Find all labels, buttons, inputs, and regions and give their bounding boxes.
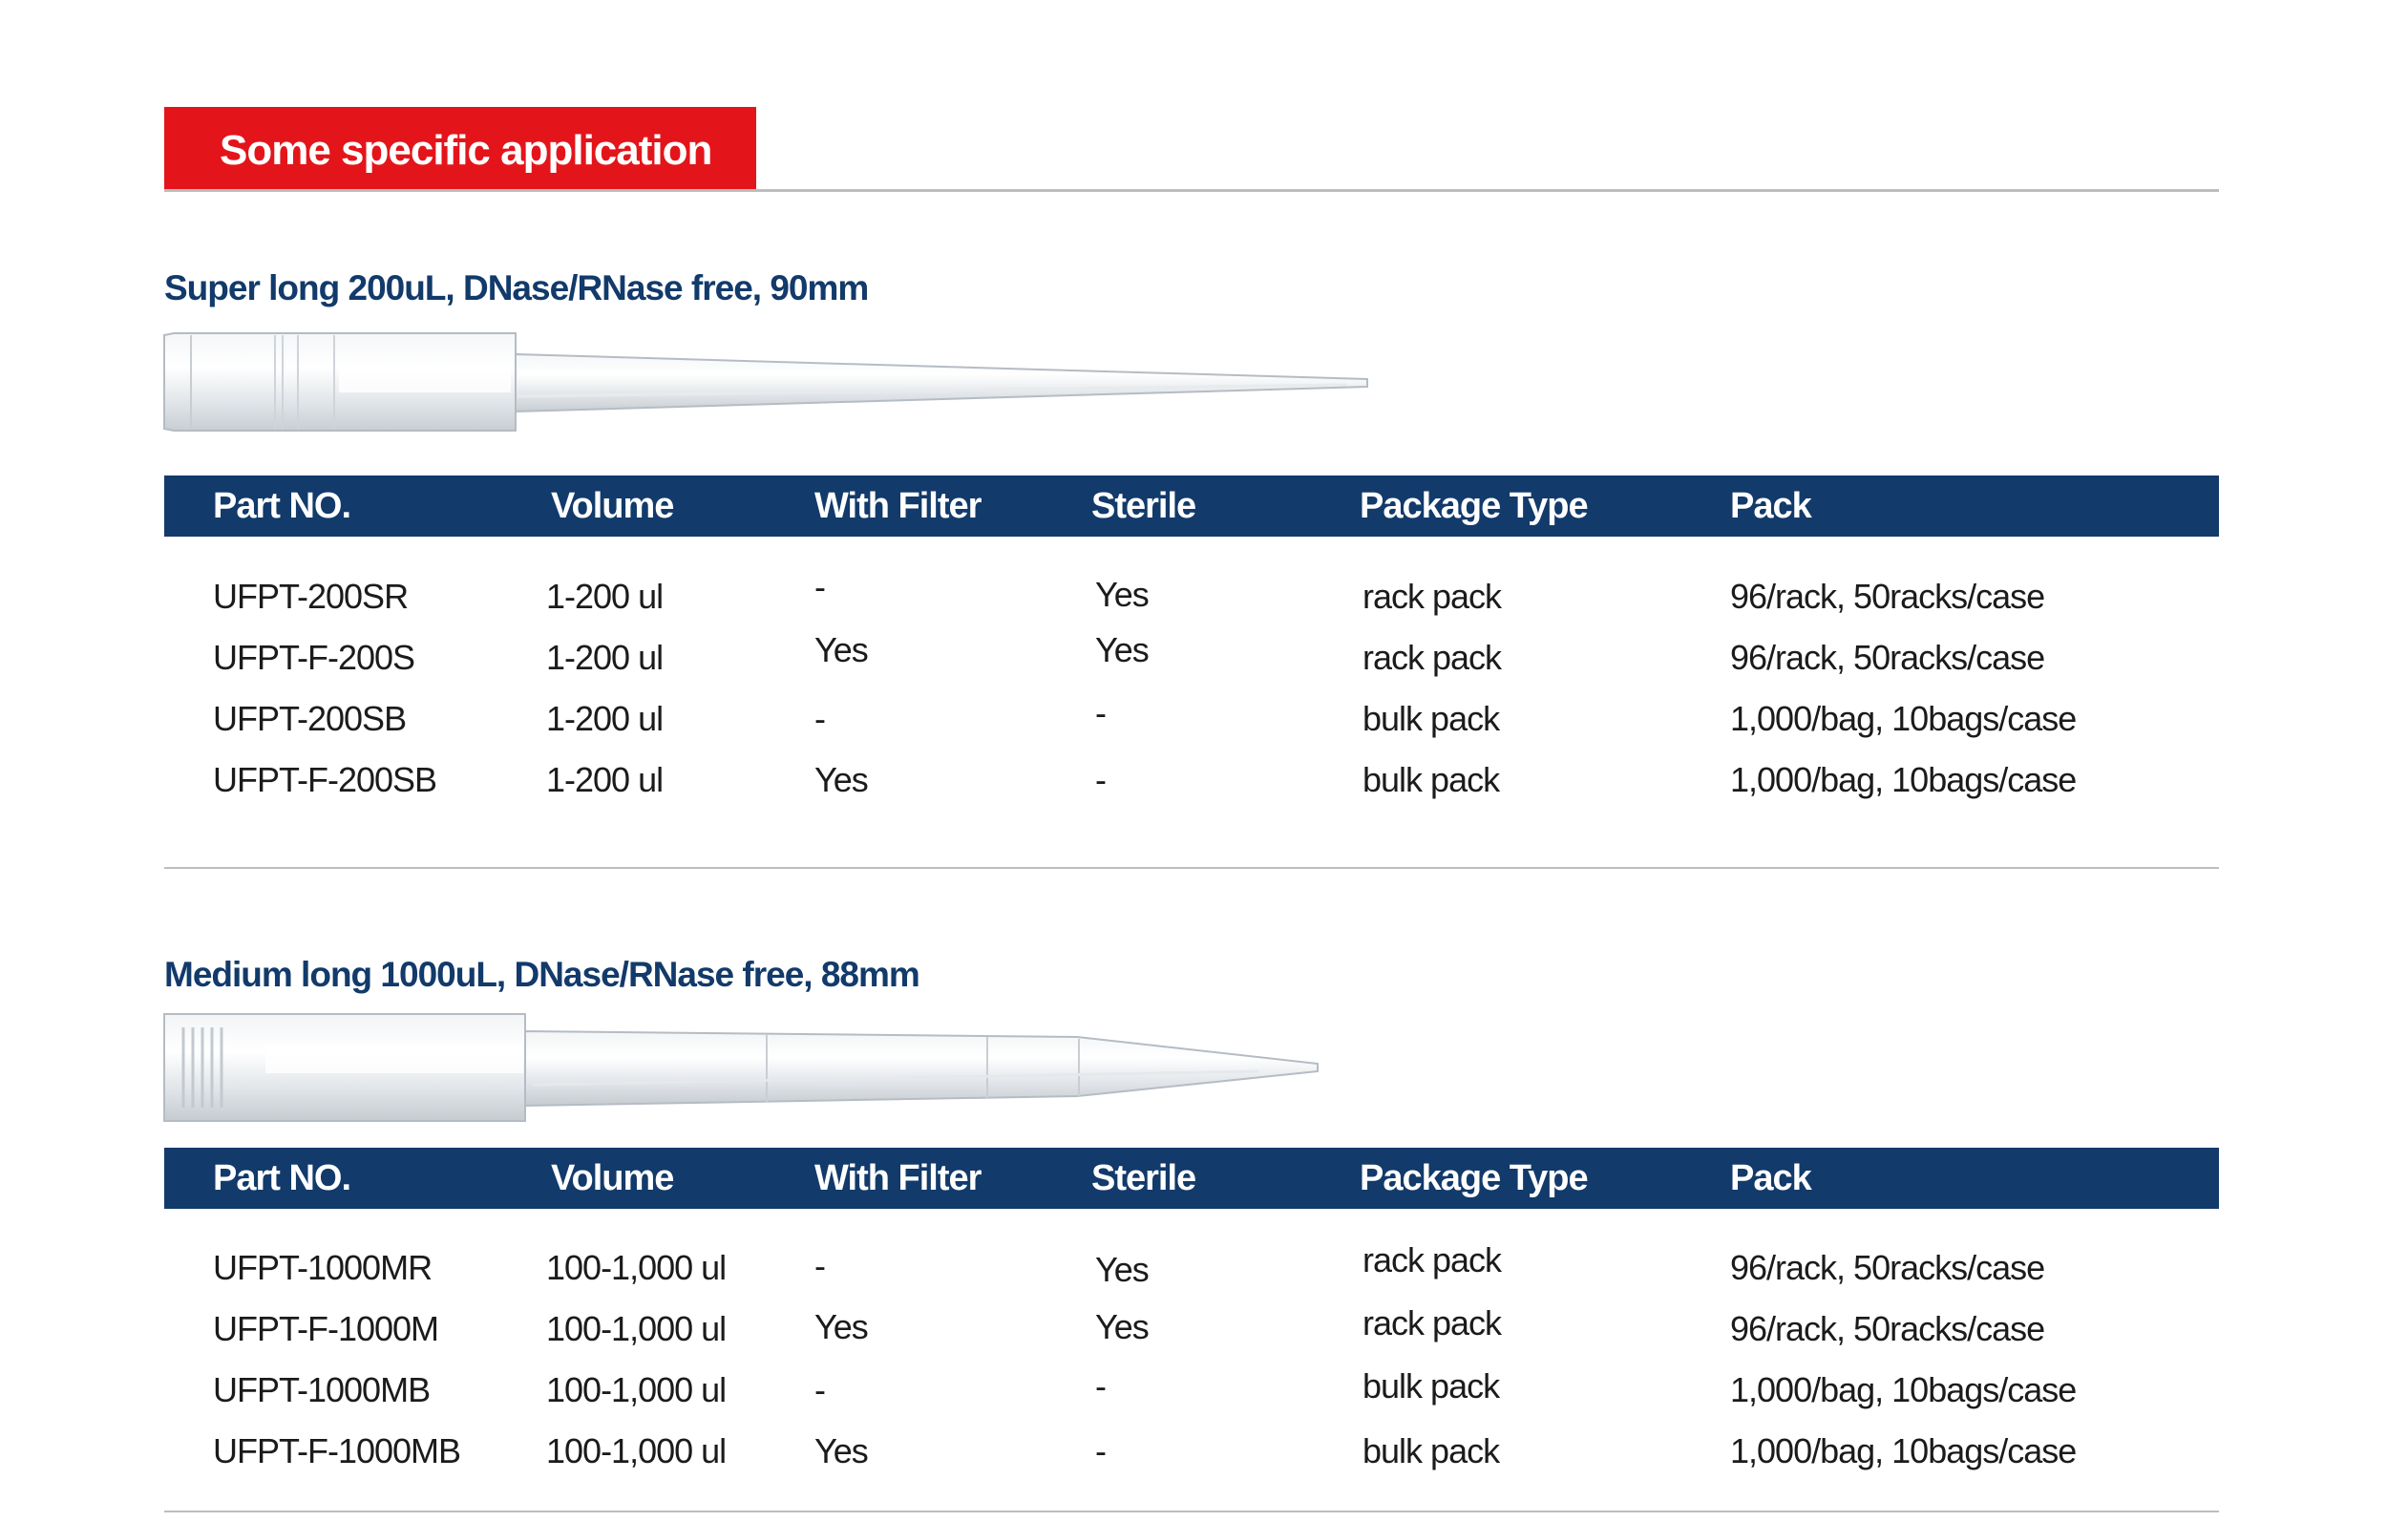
column-header-package-type: Package Type xyxy=(1360,1158,1589,1198)
column-header-part-no: Part NO. xyxy=(213,486,351,526)
cell-package-type: rack pack xyxy=(1362,577,1502,616)
cell-with-filter: Yes xyxy=(814,630,869,669)
pipette-tip-200ul-image xyxy=(163,332,1368,432)
cell-package-type: rack pack xyxy=(1362,1303,1502,1342)
section-title-200ul: Super long 200uL, DNase/RNase free, 90mm xyxy=(164,268,869,307)
cell-sterile: - xyxy=(1095,693,1107,732)
cell-with-filter: Yes xyxy=(814,760,869,799)
cell-package-type: bulk pack xyxy=(1362,760,1500,799)
cell-package-type: rack pack xyxy=(1362,1240,1502,1279)
cell-sterile: - xyxy=(1095,1366,1107,1406)
cell-volume: 100-1,000 ul xyxy=(546,1431,727,1470)
column-header-pack: Pack xyxy=(1730,486,1812,526)
column-header-package-type: Package Type xyxy=(1360,486,1589,526)
cell-pack: 1,000/bag, 10bags/case xyxy=(1730,760,2077,799)
table-row: UFPT-200SB 1-200 ul - - bulk pack 1,000/… xyxy=(164,688,2219,750)
cell-part-no: UFPT-200SR xyxy=(213,577,409,616)
cell-package-type: rack pack xyxy=(1362,638,1502,677)
cell-part-no: UFPT-F-1000MB xyxy=(213,1431,461,1470)
section-divider xyxy=(164,1511,2219,1512)
page-title: Some specific application xyxy=(220,127,712,174)
table-row: UFPT-F-1000MB 100-1,000 ul Yes - bulk pa… xyxy=(164,1421,2219,1482)
column-header-sterile: Sterile xyxy=(1091,1158,1196,1198)
column-header-with-filter: With Filter xyxy=(814,1158,982,1198)
cell-package-type: bulk pack xyxy=(1362,1431,1500,1470)
cell-with-filter: Yes xyxy=(814,1307,869,1346)
cell-pack: 1,000/bag, 10bags/case xyxy=(1730,1431,2077,1470)
section-title-1000ul: Medium long 1000uL, DNase/RNase free, 88… xyxy=(164,955,920,994)
cell-package-type: bulk pack xyxy=(1362,1366,1500,1406)
table-header-200ul: Part NO. Volume With Filter Sterile Pack… xyxy=(164,476,2219,537)
column-header-volume: Volume xyxy=(551,1158,674,1198)
table-header-1000ul: Part NO. Volume With Filter Sterile Pack… xyxy=(164,1148,2219,1209)
table-row: UFPT-F-200SB 1-200 ul Yes - bulk pack 1,… xyxy=(164,750,2219,811)
cell-volume: 1-200 ul xyxy=(546,699,664,738)
cell-pack: 1,000/bag, 10bags/case xyxy=(1730,1370,2077,1409)
cell-part-no: UFPT-1000MB xyxy=(213,1370,431,1409)
pipette-tip-1000ul-image xyxy=(163,1013,1319,1122)
cell-volume: 1-200 ul xyxy=(546,638,664,677)
table-row: UFPT-1000MR 100-1,000 ul - Yes rack pack… xyxy=(164,1237,2219,1299)
cell-sterile: Yes xyxy=(1095,1250,1150,1289)
cell-with-filter: - xyxy=(814,699,826,738)
column-header-pack: Pack xyxy=(1730,1158,1812,1198)
cell-sterile: - xyxy=(1095,1431,1107,1470)
cell-volume: 1-200 ul xyxy=(546,760,664,799)
cell-part-no: UFPT-F-1000M xyxy=(213,1309,439,1348)
cell-sterile: Yes xyxy=(1095,630,1150,669)
cell-volume: 100-1,000 ul xyxy=(546,1309,727,1348)
column-header-volume: Volume xyxy=(551,486,674,526)
cell-part-no: UFPT-F-200SB xyxy=(213,760,437,799)
column-header-part-no: Part NO. xyxy=(213,1158,351,1198)
cell-sterile: Yes xyxy=(1095,575,1150,614)
cell-with-filter: - xyxy=(814,567,826,606)
table-row: UFPT-200SR 1-200 ul - Yes rack pack 96/r… xyxy=(164,566,2219,627)
cell-part-no: UFPT-1000MR xyxy=(213,1248,433,1287)
cell-with-filter: - xyxy=(814,1370,826,1409)
cell-pack: 96/rack, 50racks/case xyxy=(1730,1248,2045,1287)
section-divider xyxy=(164,867,2219,869)
column-header-with-filter: With Filter xyxy=(814,486,982,526)
table-row: UFPT-F-200S 1-200 ul Yes Yes rack pack 9… xyxy=(164,627,2219,688)
cell-pack: 96/rack, 50racks/case xyxy=(1730,1309,2045,1348)
table-row: UFPT-1000MB 100-1,000 ul - - bulk pack 1… xyxy=(164,1360,2219,1421)
cell-with-filter: - xyxy=(814,1246,826,1285)
cell-sterile: Yes xyxy=(1095,1307,1150,1346)
cell-volume: 1-200 ul xyxy=(546,577,664,616)
table-row: UFPT-F-1000M 100-1,000 ul Yes Yes rack p… xyxy=(164,1299,2219,1360)
cell-sterile: - xyxy=(1095,760,1107,799)
cell-part-no: UFPT-F-200S xyxy=(213,638,415,677)
cell-volume: 100-1,000 ul xyxy=(546,1370,727,1409)
cell-pack: 1,000/bag, 10bags/case xyxy=(1730,699,2077,738)
header-divider xyxy=(164,189,2219,192)
cell-package-type: bulk pack xyxy=(1362,699,1500,738)
cell-part-no: UFPT-200SB xyxy=(213,699,407,738)
cell-with-filter: Yes xyxy=(814,1431,869,1470)
column-header-sterile: Sterile xyxy=(1091,486,1196,526)
cell-pack: 96/rack, 50racks/case xyxy=(1730,577,2045,616)
cell-volume: 100-1,000 ul xyxy=(546,1248,727,1287)
cell-pack: 96/rack, 50racks/case xyxy=(1730,638,2045,677)
